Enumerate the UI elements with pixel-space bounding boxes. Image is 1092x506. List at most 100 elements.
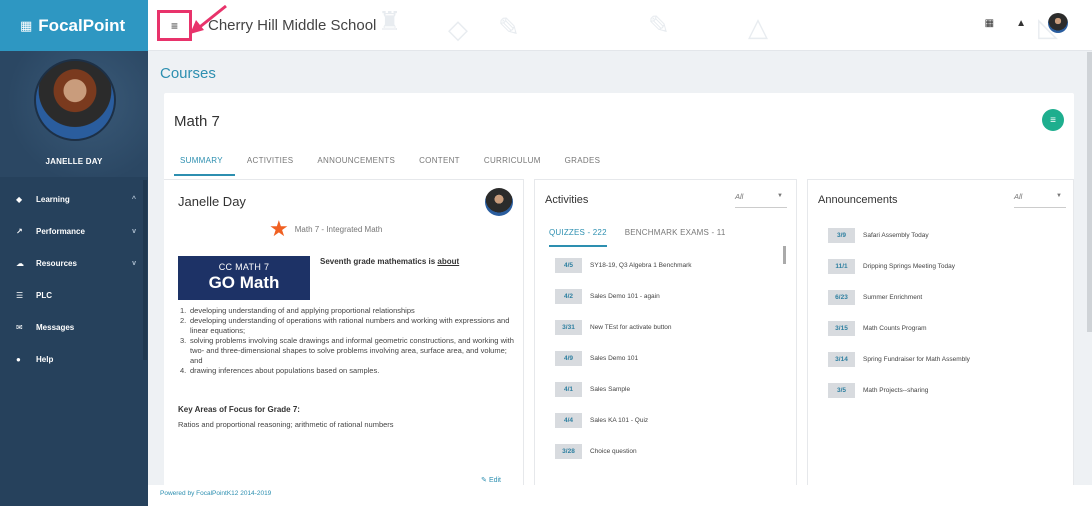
trophy-decor-icon: ♜ xyxy=(378,6,402,36)
profile-name: JANELLE DAY xyxy=(45,157,103,166)
activities-subtabs: QUIZZES - 222 BENCHMARK EXAMS - 11 xyxy=(549,228,726,247)
page-scrollbar[interactable] xyxy=(1087,52,1092,332)
hamburger-icon: ≡ xyxy=(170,18,178,33)
teacher-avatar xyxy=(485,188,513,216)
course-tabs: SUMMARY ACTIVITIES ANNOUNCEMENTS CONTENT… xyxy=(174,151,612,176)
summary-panel: Janelle Day ★ Math 7 - Integrated Math C… xyxy=(164,179,524,489)
tab-content[interactable]: CONTENT xyxy=(407,151,472,176)
list-item: 4. drawing inferences about populations b… xyxy=(180,366,380,375)
footer: Powered by FocalPointK12 2014-2019 xyxy=(148,485,1092,506)
tab-grades[interactable]: GRADES xyxy=(553,151,613,176)
activities-list: 4/5 SY18-19, Q3 Algebra 1 Benchmark 4/2 Sa… xyxy=(555,250,775,467)
summary-list: 1. developing understanding of and applyi… xyxy=(180,306,520,376)
date-badge: 4/4 xyxy=(555,413,582,428)
date-badge: 4/5 xyxy=(555,258,582,273)
list-item[interactable]: 11/1 Dripping Springs Meeting Today xyxy=(828,251,1048,282)
course-subtitle: ★ Math 7 - Integrated Math xyxy=(269,218,382,240)
user-avatar[interactable] xyxy=(1048,13,1068,33)
cloud-icon: ☁ xyxy=(16,258,24,268)
chevron-up-icon: ^ xyxy=(131,195,136,203)
announcements-filter-value: All xyxy=(1014,192,1023,201)
grid-icon: ▦ xyxy=(20,17,33,33)
top-bar: ♜ ◇ ✎ ✎ △ ◺ ≡ Cherry Hill Middle School … xyxy=(148,0,1092,51)
list-item[interactable]: 4/1 Sales Sample xyxy=(555,374,775,405)
top-actions: ▦ ▲ xyxy=(985,13,1068,33)
list-item[interactable]: 3/15 Math Counts Program xyxy=(828,313,1048,344)
focus-text: Ratios and proportional reasoning; arith… xyxy=(178,420,394,429)
sidebar-item-label: Resources xyxy=(36,258,77,268)
teacher-name: Janelle Day xyxy=(178,194,246,209)
date-badge: 3/28 xyxy=(555,444,582,459)
list-item[interactable]: 3/14 Spring Fundraiser for Math Assembly xyxy=(828,344,1048,375)
mail-icon: ✉ xyxy=(16,322,23,332)
list-item[interactable]: 3/9 Safari Assembly Today xyxy=(828,220,1048,251)
date-badge: 3/31 xyxy=(555,320,582,335)
list-item[interactable]: 3/5 Math Projects--sharing xyxy=(828,375,1048,406)
trend-icon: ↗ xyxy=(16,226,23,236)
date-badge: 4/9 xyxy=(555,351,582,366)
date-badge: 4/1 xyxy=(555,382,582,397)
tab-quizzes[interactable]: QUIZZES - 222 xyxy=(549,228,607,247)
sidebar-item-resources[interactable]: ☁ Resources v xyxy=(0,247,148,279)
sidebar-item-messages[interactable]: ✉ Messages xyxy=(0,311,148,343)
course-card: Math 7 ≡ SUMMARY ACTIVITIES ANNOUNCEMENT… xyxy=(164,93,1074,493)
edit-button[interactable]: ✎ Edit xyxy=(481,476,501,484)
list-item[interactable]: 4/5 SY18-19, Q3 Algebra 1 Benchmark xyxy=(555,250,775,281)
list-item[interactable]: 3/28 Choice question xyxy=(555,436,775,467)
tab-summary[interactable]: SUMMARY xyxy=(174,151,235,176)
sidebar-scrollbar[interactable] xyxy=(143,180,147,360)
sidebar-item-label: PLC xyxy=(36,290,52,300)
apps-grid-icon[interactable]: ▦ xyxy=(985,18,994,29)
list-item[interactable]: 4/2 Sales Demo 101 - again xyxy=(555,281,775,312)
tab-announcements[interactable]: ANNOUNCEMENTS xyxy=(305,151,407,176)
menu-toggle-button[interactable]: ≡ xyxy=(157,10,192,41)
activities-scrollbar[interactable] xyxy=(783,246,786,264)
sidebar-item-performance[interactable]: ↗ Performance v xyxy=(0,215,148,247)
help-icon: ● xyxy=(16,354,21,364)
activities-filter[interactable]: All ▼ xyxy=(735,192,787,208)
pencil-decor-icon: ✎ xyxy=(498,12,520,42)
tab-benchmark-exams[interactable]: BENCHMARK EXAMS - 11 xyxy=(625,228,726,247)
tab-activities[interactable]: ACTIVITIES xyxy=(235,151,306,176)
go-math-banner: CC MATH 7 GO Math xyxy=(178,256,310,300)
banner-line-2: GO Math xyxy=(208,273,280,292)
bell-icon[interactable]: ▲ xyxy=(1016,18,1026,29)
list-item[interactable]: 4/4 Sales KA 101 - Quiz xyxy=(555,405,775,436)
tab-curriculum[interactable]: CURRICULUM xyxy=(472,151,553,176)
caret-down-icon: ▼ xyxy=(777,193,783,199)
brand-name: FocalPoint xyxy=(38,15,126,35)
announcements-list: 3/9 Safari Assembly Today 11/1 Dripping Sp… xyxy=(828,220,1048,406)
caret-down-icon: ▼ xyxy=(1056,193,1062,199)
graduation-cap-icon: ◆ xyxy=(16,194,23,204)
list-item: 3. solving problems involving scale drawi… xyxy=(180,336,514,365)
list-item[interactable]: 6/23 Summer Enrichment xyxy=(828,282,1048,313)
summary-heading: Seventh grade mathematics is about xyxy=(320,257,459,266)
summary-heading-link[interactable]: about xyxy=(437,257,459,266)
sidebar-item-help[interactable]: ● Help xyxy=(0,343,148,375)
cap-decor-icon: ◇ xyxy=(448,14,468,44)
sidebar-item-learning[interactable]: ◆ Learning ^ xyxy=(0,183,148,215)
avatar[interactable] xyxy=(34,59,116,141)
sidebar-item-label: Messages xyxy=(36,322,75,332)
announcements-panel: Announcements All ▼ 3/9 Safari Assembly T… xyxy=(807,179,1074,489)
sidebar-item-label: Performance xyxy=(36,226,85,236)
school-name: Cherry Hill Middle School xyxy=(208,17,377,34)
sidebar-item-plc[interactable]: ☰ PLC xyxy=(0,279,148,311)
course-menu-button[interactable]: ≡ xyxy=(1042,109,1064,131)
list-icon: ≡ xyxy=(1050,114,1056,126)
page-title: Courses xyxy=(160,65,216,82)
activities-title: Activities xyxy=(545,194,589,206)
sidebar-item-label: Learning xyxy=(36,194,70,204)
chevron-down-icon: v xyxy=(132,259,136,267)
list-item[interactable]: 4/9 Sales Demo 101 xyxy=(555,343,775,374)
announcements-filter[interactable]: All ▼ xyxy=(1014,192,1066,208)
brand-logo[interactable]: ▦ FocalPoint xyxy=(0,0,148,51)
list-item: 1. developing understanding of and applyi… xyxy=(180,306,415,315)
footer-text[interactable]: Powered by FocalPointK12 2014-2019 xyxy=(160,490,271,497)
chevron-down-icon: v xyxy=(132,227,136,235)
date-badge: 3/9 xyxy=(828,228,855,243)
date-badge: 3/14 xyxy=(828,352,855,367)
list-item[interactable]: 3/31 New TEst for activate button xyxy=(555,312,775,343)
sidebar-nav: ◆ Learning ^ ↗ Performance v ☁ Resources… xyxy=(0,177,148,375)
course-subtitle-text: Math 7 - Integrated Math xyxy=(294,224,383,234)
